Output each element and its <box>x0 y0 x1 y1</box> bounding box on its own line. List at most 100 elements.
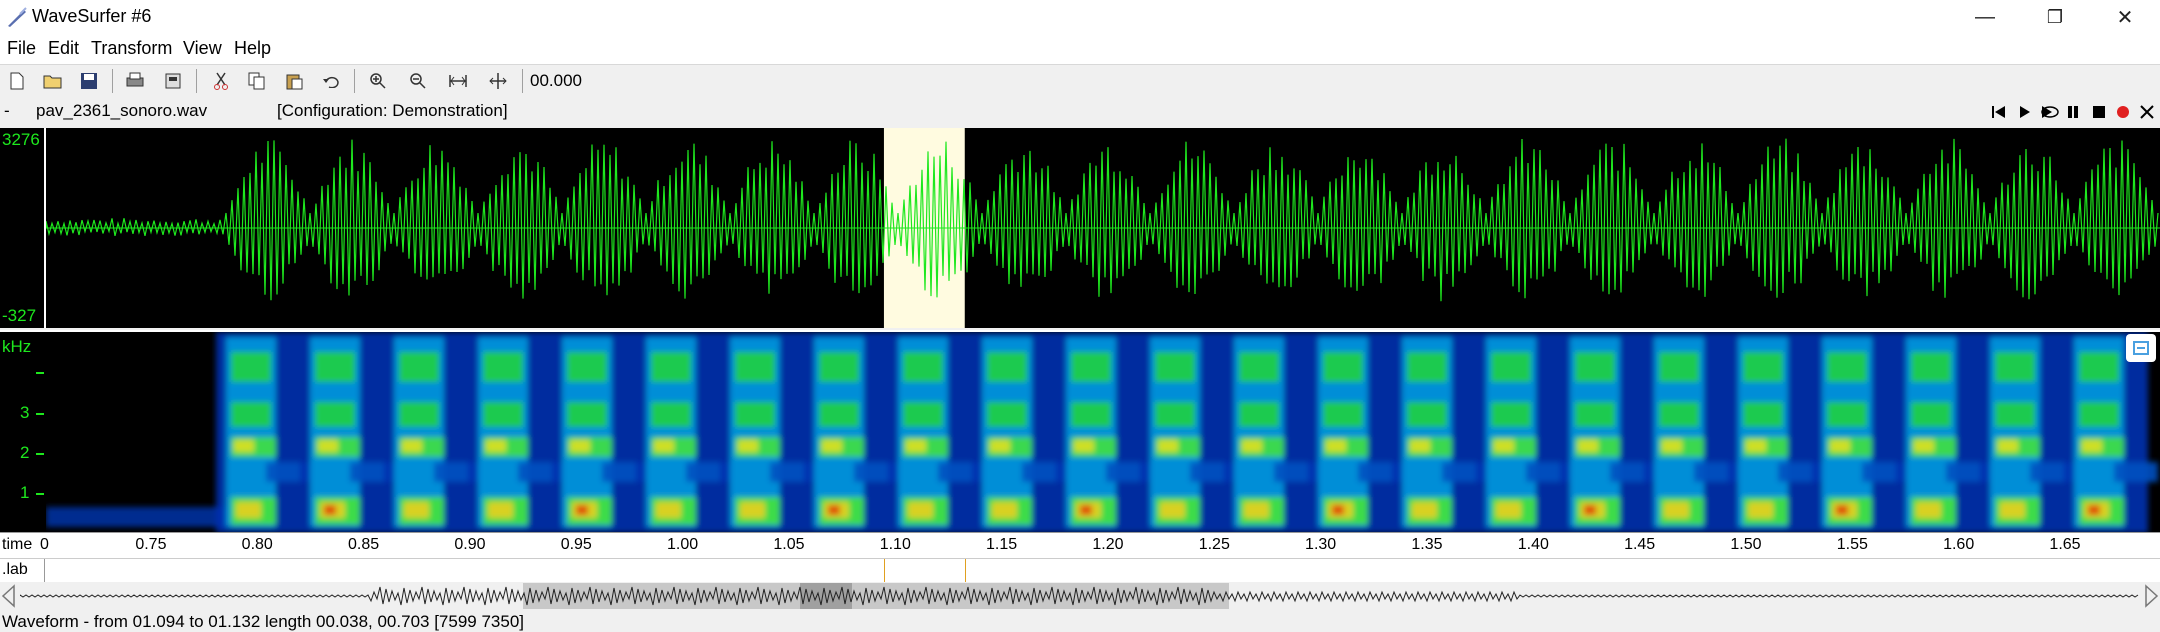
spectrogram-energy-block <box>1575 352 1615 382</box>
copy-icon[interactable] <box>244 69 270 93</box>
menu-transform[interactable]: Transform <box>91 38 172 59</box>
spectrogram-energy-block <box>1998 440 2018 452</box>
scroll-right-icon[interactable] <box>2142 584 2160 608</box>
toolbar-separator <box>112 69 113 93</box>
spectrogram-y-axis: kHz 3 2 1 <box>0 332 46 533</box>
zoom-selection-icon[interactable] <box>445 69 471 93</box>
configuration-label: [Configuration: Demonstration] <box>277 101 508 120</box>
play-loop-icon[interactable] <box>2038 103 2060 121</box>
undo-icon[interactable] <box>318 69 344 93</box>
spectrogram-energy-block <box>987 402 1027 427</box>
spectrogram-energy-block <box>1326 440 1346 452</box>
spectrogram-energy-block <box>570 440 590 452</box>
toolbar-separator <box>354 69 355 93</box>
waveform-pane[interactable]: 3276 -327 <box>0 128 2160 328</box>
waveform-ymin-label: -327 <box>2 306 37 325</box>
stop-icon[interactable] <box>2090 103 2108 121</box>
spectrogram-energy-block <box>315 402 355 427</box>
spectrogram-energy-block <box>488 502 513 518</box>
spectrogram-energy-block <box>1911 352 1951 382</box>
time-tick-label: 1.65 <box>2049 536 2081 553</box>
freq-tick-mark <box>36 372 44 374</box>
time-tick-label: 1.20 <box>1092 536 1124 553</box>
zoom-all-icon[interactable] <box>485 69 511 93</box>
status-bar: Waveform - from 01.094 to 01.132 length … <box>0 612 2160 631</box>
scroll-left-icon[interactable] <box>0 584 18 608</box>
spectrogram-energy-block <box>1916 502 1941 518</box>
lab-track[interactable]: .lab <box>0 558 2160 583</box>
spectrogram-energy-block <box>236 502 261 518</box>
spectrogram-energy-block <box>576 505 588 515</box>
spectrogram-energy-block <box>740 502 765 518</box>
spectrogram-energy-block <box>1407 352 1447 382</box>
waveform-plot[interactable] <box>46 128 2160 328</box>
wavesurfer-app-icon <box>8 7 27 27</box>
minimize-button[interactable]: — <box>1950 0 2020 35</box>
spectrogram-side-handle[interactable] <box>2126 334 2156 362</box>
menu-edit[interactable]: Edit <box>48 38 79 59</box>
title-bar: WaveSurfer #6 — ❐ ✕ <box>0 0 2160 35</box>
record-icon[interactable] <box>2114 103 2132 121</box>
spectrogram-energy-block <box>1160 502 1185 518</box>
time-tick-label: 1.60 <box>1943 536 1975 553</box>
time-axis: time 0 0.75 0.80 0.85 0.90 0.95 1.00 1.05 1.10 1… <box>0 532 2160 559</box>
spectrogram-energy-block <box>1158 440 1178 452</box>
overview-waveform[interactable] <box>20 582 2140 610</box>
print-setup-icon[interactable] <box>160 69 186 93</box>
paste-icon[interactable] <box>281 69 307 93</box>
pane-menu-dash[interactable]: - <box>4 101 10 121</box>
spectrogram-energy-block <box>1323 352 1363 382</box>
toolbar: 00.000 <box>0 64 2160 98</box>
menu-file[interactable]: File <box>7 38 36 59</box>
time-axis-first-tick: 0 <box>40 536 49 553</box>
spectrogram-energy-block <box>1323 402 1363 427</box>
skip-to-start-icon[interactable] <box>1990 103 2008 121</box>
spectrogram-plot[interactable] <box>46 332 2160 533</box>
toolbar-separator <box>196 69 197 93</box>
freq-tick-2: 2 <box>20 443 30 462</box>
close-button[interactable]: ✕ <box>2090 0 2160 35</box>
spectrogram-energy-block <box>1074 440 1094 452</box>
status-text: Waveform - from 01.094 to 01.132 length … <box>2 612 525 631</box>
spectrogram-energy-block <box>1155 352 1195 382</box>
file-name: pav_2361_sonoro.wav <box>36 101 208 120</box>
time-axis-name: time <box>2 536 33 553</box>
spectrogram-energy-block <box>1578 440 1598 452</box>
print-icon[interactable] <box>122 69 148 93</box>
close-pane-icon[interactable] <box>2138 103 2156 121</box>
spectrogram-energy-block <box>1584 505 1596 515</box>
zoom-out-icon[interactable] <box>405 69 431 93</box>
overview-scrollbar[interactable] <box>0 582 2160 610</box>
spectrogram-pane[interactable]: kHz 3 2 1 <box>0 330 2160 533</box>
menu-view[interactable]: View <box>183 38 222 59</box>
pause-icon[interactable] <box>2064 103 2082 121</box>
save-icon[interactable] <box>76 69 102 93</box>
cut-icon[interactable] <box>208 69 234 93</box>
spectrogram-energy-block <box>2114 462 2158 482</box>
play-icon[interactable] <box>2016 103 2034 121</box>
spectrogram-energy-block <box>231 402 271 427</box>
window-title: WaveSurfer #6 <box>32 6 152 26</box>
open-folder-icon[interactable] <box>40 69 66 93</box>
time-tick-label: 1.25 <box>1198 536 1230 553</box>
spectrogram-energy-block <box>1155 402 1195 427</box>
time-tick-label: 1.10 <box>879 536 911 553</box>
spectrogram-energy-block <box>1664 502 1689 518</box>
menu-help[interactable]: Help <box>234 38 271 59</box>
spectrogram-energy-block <box>2088 505 2100 515</box>
spectrogram-energy-block <box>1662 440 1682 452</box>
spectrogram-energy-block <box>1239 352 1279 382</box>
new-file-icon[interactable] <box>4 69 30 93</box>
restore-button[interactable]: ❐ <box>2020 0 2090 35</box>
time-tick-label: 1.35 <box>1411 536 1443 553</box>
spectrogram-energy-block <box>1071 402 1111 427</box>
time-tick-label: 1.40 <box>1517 536 1549 553</box>
time-tick-label: 1.50 <box>1730 536 1762 553</box>
spectrogram-energy-block <box>2000 502 2025 518</box>
zoom-in-icon[interactable] <box>365 69 391 93</box>
spectrogram-energy-block <box>1491 352 1531 382</box>
spectrogram-energy-block <box>735 352 775 382</box>
spectrogram-energy-block <box>1659 352 1699 382</box>
time-tick-label: 0.85 <box>348 536 380 553</box>
spectrogram-energy-block <box>234 440 254 452</box>
